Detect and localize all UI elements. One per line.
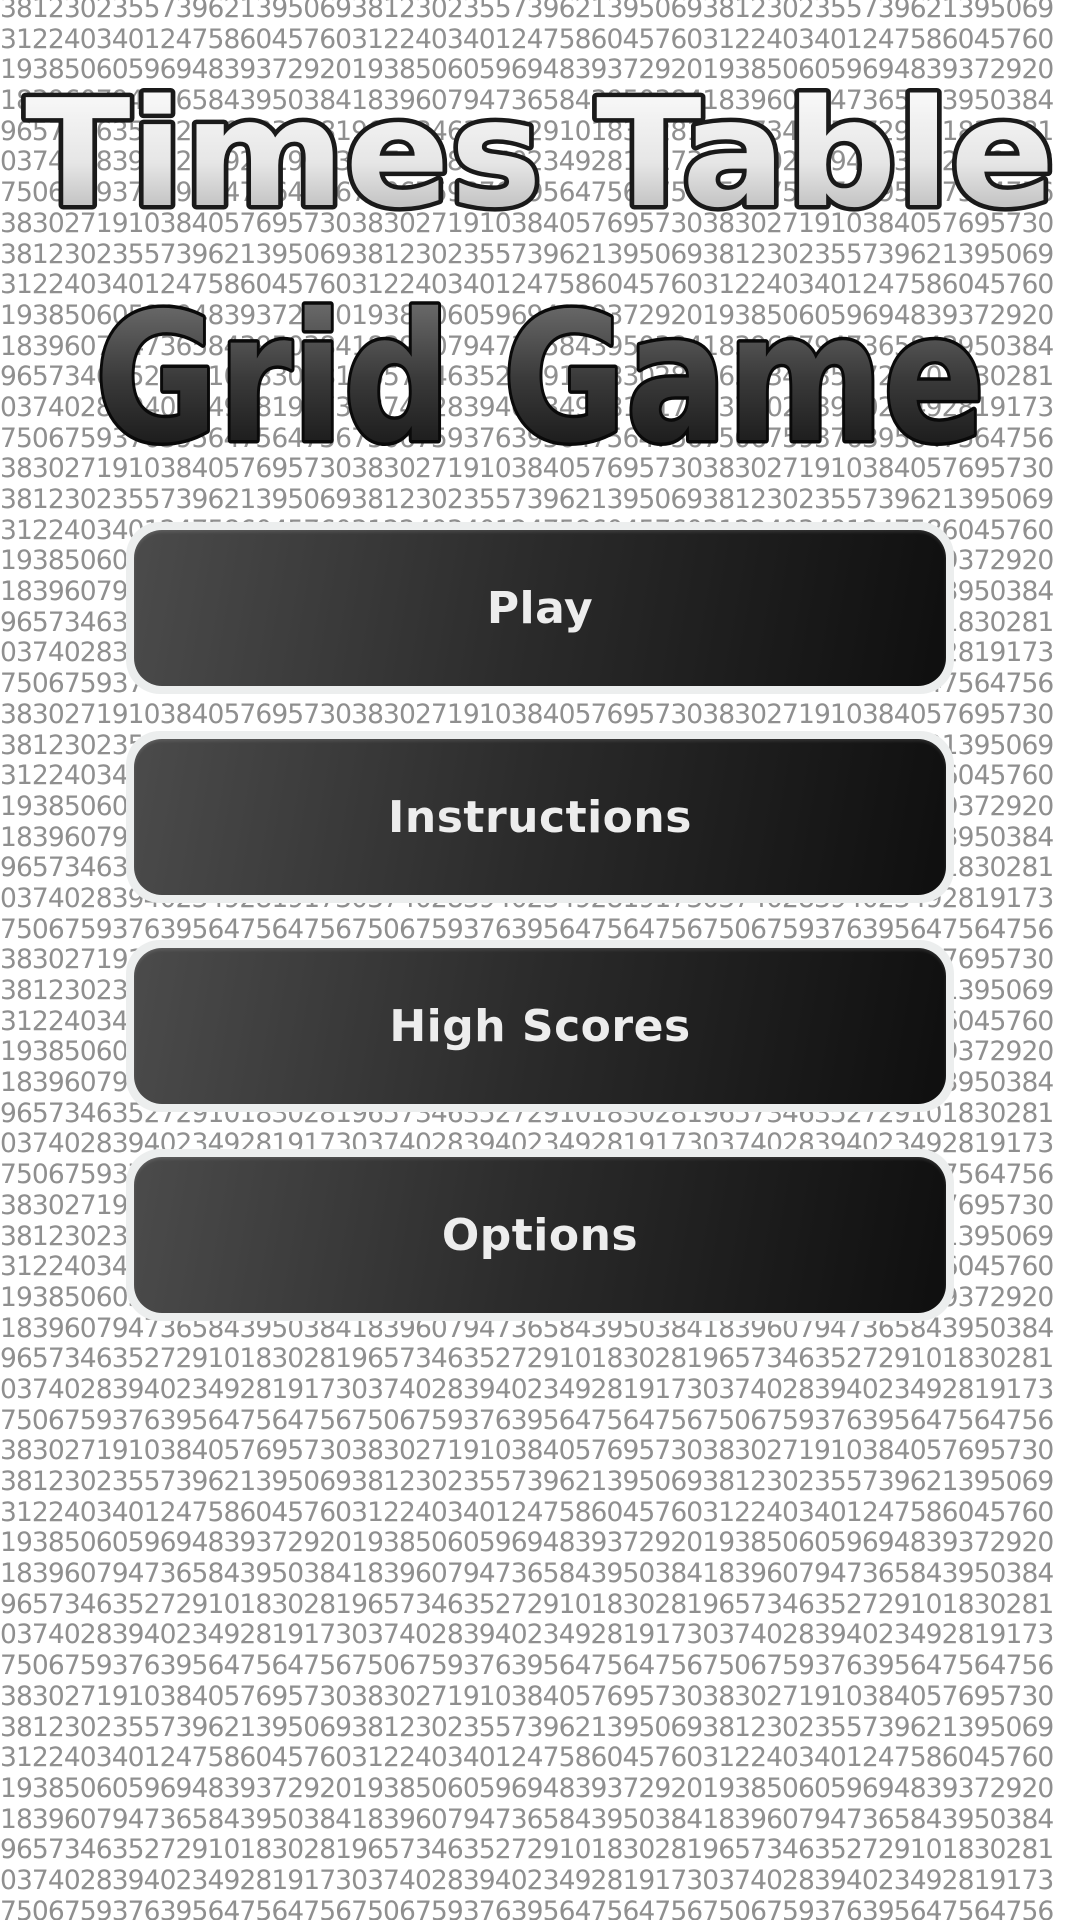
background-digit-row: 1839607947365843950384183960794736584395… bbox=[0, 1559, 1054, 1590]
background-digit-row: 9657346352729101830281965734635272910183… bbox=[0, 1344, 1054, 1375]
options-button-label: Options bbox=[441, 1209, 639, 1261]
background-digit-row: 3812302355739621395069381230235573962139… bbox=[0, 1467, 1054, 1497]
background-digit-row: 3830271910384057695730383027191038405769… bbox=[0, 699, 1054, 730]
background-digit-row: 1938506059694839372920193850605969483937… bbox=[0, 1773, 1054, 1804]
background-digit-row: 9657346352729101830281965734635272910183… bbox=[0, 1589, 1054, 1620]
game-title-logo: Times Table Grid Game bbox=[21, 64, 1060, 486]
play-button[interactable]: Play bbox=[126, 522, 954, 694]
high-scores-button-label: High Scores bbox=[389, 1000, 691, 1052]
high-scores-button[interactable]: High Scores bbox=[126, 940, 954, 1112]
play-button-face[interactable]: Play bbox=[134, 530, 946, 686]
options-button-face[interactable]: Options bbox=[134, 1157, 946, 1313]
options-button[interactable]: Options bbox=[126, 1149, 954, 1321]
background-digit-row: 0374028394023492819173037402839402349281… bbox=[0, 1865, 1054, 1896]
background-digit-row: 0374028394023492819173037402839402349281… bbox=[0, 1374, 1054, 1405]
high-scores-button-face[interactable]: High Scores bbox=[134, 948, 946, 1104]
title-line-2: Grid Game bbox=[95, 275, 985, 482]
main-menu-screen: 3812302355739621395069381230235573962139… bbox=[0, 0, 1080, 1920]
title-line-1: Times Table bbox=[25, 68, 1055, 240]
background-digit-row: 9657346352729101830281965734635272910183… bbox=[0, 1835, 1054, 1866]
play-button-label: Play bbox=[486, 582, 594, 634]
instructions-button-face[interactable]: Instructions bbox=[134, 739, 946, 895]
background-digit-row: 3812302355739621395069381230235573962139… bbox=[0, 1712, 1054, 1743]
instructions-button-label: Instructions bbox=[388, 791, 692, 843]
background-digit-row: 7506759376395647564756750675937639564756… bbox=[0, 1405, 1054, 1436]
background-digit-row: 0374028394023492819173037402839402349281… bbox=[0, 1620, 1054, 1651]
background-digit-row: 3830271910384057695730383027191038405769… bbox=[0, 1436, 1054, 1467]
background-digit-row: 7506759376395647564756750675937639564756… bbox=[0, 1651, 1054, 1682]
background-digit-row: 3122403401247586045760312240340124758604… bbox=[0, 1743, 1054, 1774]
background-digit-row: 1938506059694839372920193850605969483937… bbox=[0, 1528, 1054, 1559]
background-digit-row: 3830271910384057695730383027191038405769… bbox=[0, 1681, 1054, 1712]
background-digit-row: 1839607947365843950384183960794736584395… bbox=[0, 1804, 1054, 1835]
instructions-button[interactable]: Instructions bbox=[126, 731, 954, 903]
background-digit-row: 3122403401247586045760312240340124758604… bbox=[0, 1497, 1054, 1528]
background-digit-row: 7506759376395647564756750675937639564756… bbox=[0, 1896, 1054, 1920]
